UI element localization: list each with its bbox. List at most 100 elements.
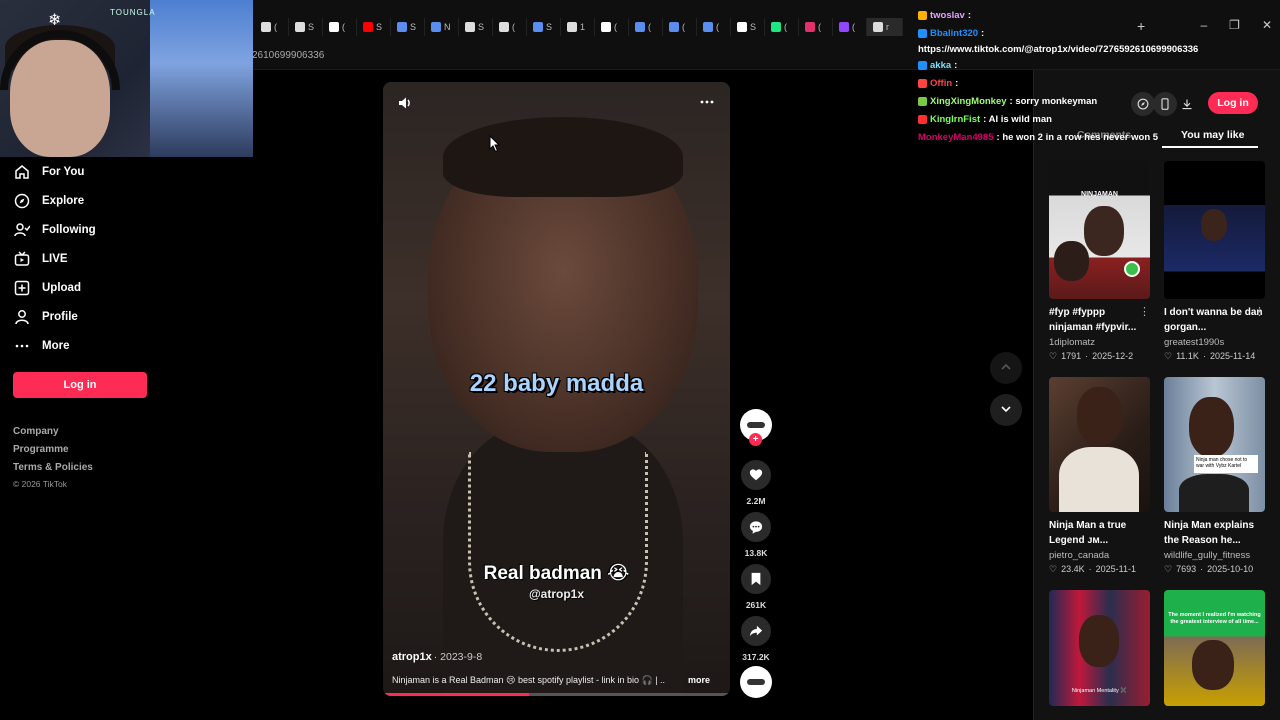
recommended-video-card[interactable]: I don't wanna be dan gorgan... greatest1… xyxy=(1164,161,1265,362)
sidebar-item-upload[interactable]: Upload xyxy=(14,280,81,296)
chat-username: Offin xyxy=(930,78,953,89)
browser-tab[interactable]: S xyxy=(289,18,323,36)
sound-avatar[interactable] xyxy=(740,666,772,698)
browser-tab[interactable]: N xyxy=(425,18,459,36)
thumb-label: The moment I realized I'm watching the g… xyxy=(1168,612,1261,625)
chat-badge-icon xyxy=(918,115,927,124)
thumb-label: Ninjaman Mentality ✖️ xyxy=(1071,688,1128,694)
close-window-button[interactable]: ✕ xyxy=(1262,18,1272,32)
browser-tab[interactable]: r xyxy=(867,18,903,36)
browser-tab[interactable]: ( xyxy=(833,18,867,36)
heart-icon[interactable] xyxy=(741,460,771,490)
browser-tab[interactable]: S xyxy=(527,18,561,36)
browser-tab-label: N xyxy=(444,22,451,32)
video-author[interactable]: atrop1x · 2023-9-8 xyxy=(392,651,482,663)
browser-tab-label: ( xyxy=(342,22,345,32)
browser-tab[interactable]: S xyxy=(357,18,391,36)
footer-link-programme[interactable]: Programme xyxy=(13,444,69,455)
card-title: #fyp #fyppp ninjaman #fypvir... xyxy=(1049,307,1137,333)
chat-message: MonkeyMan4985: he won 2 in a row hes nev… xyxy=(918,132,1158,143)
minimize-button[interactable]: – xyxy=(1200,18,1207,32)
browser-tab[interactable]: ( xyxy=(697,18,731,36)
browser-tab[interactable]: ( xyxy=(493,18,527,36)
footer-link-company[interactable]: Company xyxy=(13,426,59,437)
tab-you-may-like[interactable]: You may like xyxy=(1181,129,1244,141)
bookmark-icon[interactable] xyxy=(741,564,771,594)
phone-icon[interactable] xyxy=(1153,92,1177,116)
x-tab-icon xyxy=(465,22,475,32)
card-author[interactable]: greatest1990s xyxy=(1164,337,1265,348)
chat-username: MonkeyMan4985 xyxy=(918,132,994,143)
video-player[interactable]: 22 baby madda Real badman 😭 @atrop1x atr… xyxy=(383,82,730,696)
card-author[interactable]: wildlife_gully_fitness xyxy=(1164,550,1265,561)
recommended-video-card[interactable]: Ninja Man a true Legend ᴊᴍ... pietro_can… xyxy=(1049,377,1150,575)
video-options-icon[interactable] xyxy=(699,94,715,113)
card-options-icon[interactable]: ⋮ xyxy=(1254,305,1265,318)
author-name[interactable]: atrop1x xyxy=(392,651,432,663)
share-action[interactable]: 317.2K xyxy=(740,616,772,662)
recommended-video-card[interactable]: Ninjaman Mentality ✖️ xyxy=(1049,590,1150,706)
sidebar-login-button[interactable]: Log in xyxy=(13,372,147,398)
description-more-link[interactable]: more xyxy=(688,675,710,685)
recommended-video-card[interactable]: NINJAMAN #fyp #fyppp ninjaman #fypvir...… xyxy=(1049,161,1150,362)
sidebar-item-explore[interactable]: Explore xyxy=(14,193,84,209)
browser-tab[interactable]: S xyxy=(459,18,493,36)
recommended-video-card[interactable]: The moment I realized I'm watching the g… xyxy=(1164,590,1265,706)
sidebar-item-profile[interactable]: Profile xyxy=(14,309,78,325)
follow-plus-icon[interactable]: + xyxy=(749,433,762,446)
maximize-button[interactable]: ❐ xyxy=(1229,18,1240,32)
comment-action[interactable]: 13.8K xyxy=(740,512,772,558)
previous-video-button[interactable] xyxy=(990,352,1022,384)
compass-icon xyxy=(14,193,30,209)
save-action[interactable]: 261K xyxy=(740,564,772,610)
browser-tab[interactable]: ( xyxy=(629,18,663,36)
browser-tab[interactable]: ( xyxy=(255,18,289,36)
chat-url[interactable]: https://www.tiktok.com/@atrop1x/video/72… xyxy=(918,44,1198,55)
new-tab-button[interactable]: + xyxy=(1137,18,1145,34)
generic-tab-icon xyxy=(397,22,407,32)
card-author[interactable]: pietro_canada xyxy=(1049,550,1150,561)
sidebar-item-live[interactable]: LIVE xyxy=(14,251,68,267)
sidebar-item-for-you[interactable]: For You xyxy=(14,164,84,180)
browser-tabs: (S (S S N S (S 1 ((((S (((r xyxy=(255,18,903,36)
card-author[interactable]: 1diplomatz xyxy=(1049,337,1150,348)
generic-tab-icon xyxy=(669,22,679,32)
window-controls: – ❐ ✕ xyxy=(1200,18,1272,32)
address-bar-url[interactable]: 2610699906336 xyxy=(252,50,324,61)
browser-tab[interactable]: ( xyxy=(323,18,357,36)
next-video-button[interactable] xyxy=(990,394,1022,426)
chat-badge-icon xyxy=(918,29,927,38)
browser-tab[interactable]: ( xyxy=(663,18,697,36)
x-tab-icon xyxy=(873,22,883,32)
heart-icon: ♡ xyxy=(1164,564,1173,574)
video-progress-bar[interactable] xyxy=(383,693,730,696)
comment-count: 13.8K xyxy=(744,548,768,558)
video-description: Ninjaman is a Real Badman 😢 best spotify… xyxy=(392,675,722,686)
browser-tab[interactable]: ( xyxy=(799,18,833,36)
browser-tab[interactable]: S xyxy=(731,18,765,36)
download-icon[interactable] xyxy=(1175,92,1199,116)
card-options-icon[interactable]: ⋮ xyxy=(1139,305,1150,318)
browser-tab[interactable]: ( xyxy=(765,18,799,36)
share-icon[interactable] xyxy=(741,616,771,646)
chat-badge-icon xyxy=(918,97,927,106)
more-icon xyxy=(14,338,30,354)
footer-link-terms[interactable]: Terms & Policies xyxy=(13,462,93,473)
recommended-video-card[interactable]: Ninja man chose not to war with Vybz Kar… xyxy=(1164,377,1265,575)
chat-text: : sorry monkeyman xyxy=(1009,96,1098,107)
browser-tab-label: S xyxy=(750,22,757,32)
header-login-button[interactable]: Log in xyxy=(1208,92,1258,114)
generic-tab-icon xyxy=(703,22,713,32)
volume-icon[interactable] xyxy=(397,95,413,114)
sidebar-item-following[interactable]: Following xyxy=(14,222,96,238)
browser-tab[interactable]: 1 xyxy=(561,18,595,36)
generic-tab-icon xyxy=(431,22,441,32)
like-action[interactable]: 2.2M xyxy=(740,460,772,506)
browser-tab[interactable]: S xyxy=(391,18,425,36)
browser-tab-label: S xyxy=(308,22,315,32)
explore-icon[interactable] xyxy=(1131,92,1155,116)
browser-tab[interactable]: ( xyxy=(595,18,629,36)
sidebar-item-more[interactable]: More xyxy=(14,338,69,354)
card-title: I don't wanna be dan gorgan... xyxy=(1164,307,1263,333)
comment-icon[interactable] xyxy=(741,512,771,542)
